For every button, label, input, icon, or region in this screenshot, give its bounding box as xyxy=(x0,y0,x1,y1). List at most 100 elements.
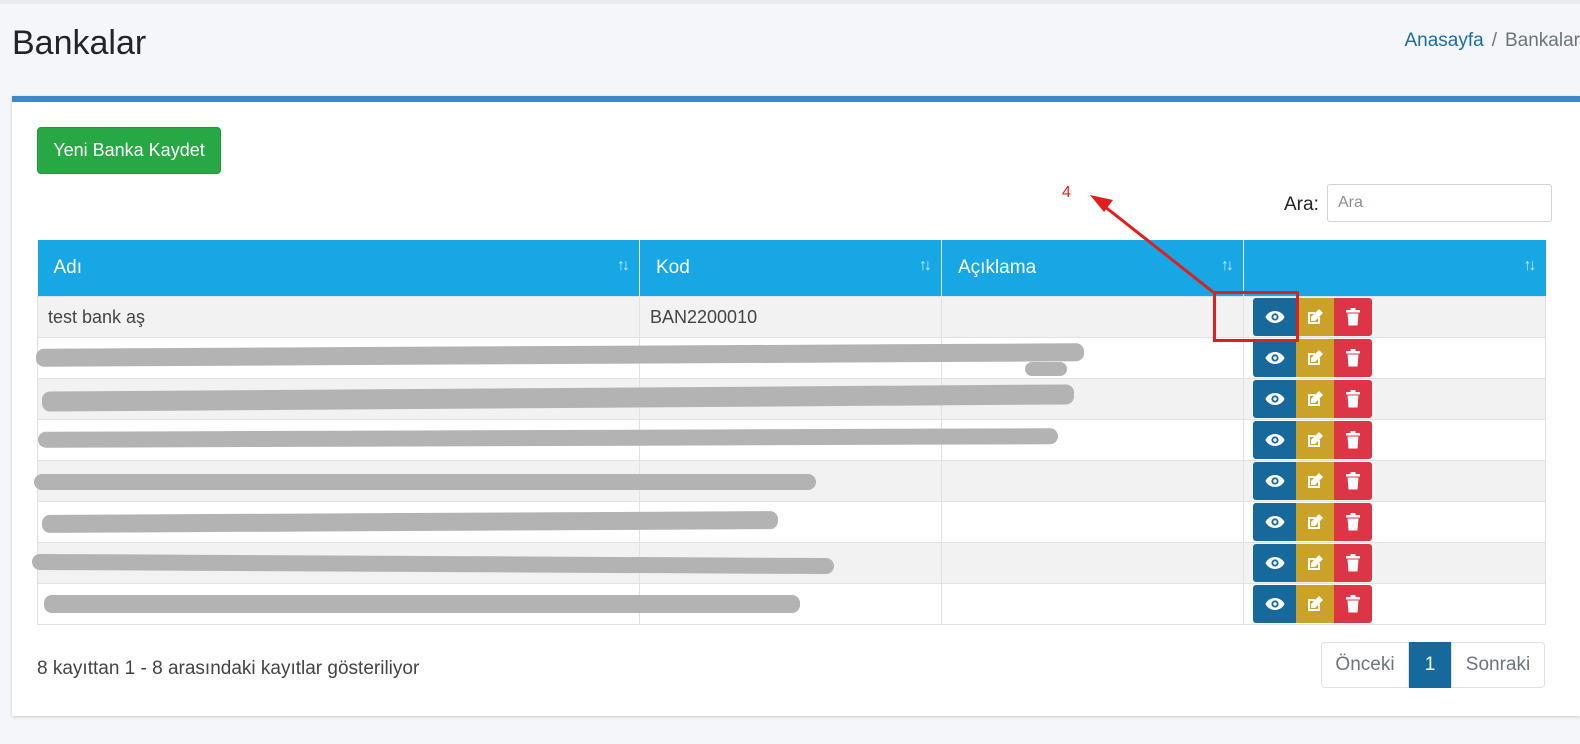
edit-icon xyxy=(1306,349,1324,367)
edit-icon xyxy=(1306,308,1324,326)
table-info: 8 kayıttan 1 - 8 arasındaki kayıtlar gös… xyxy=(37,658,420,679)
cell-actions xyxy=(1243,501,1546,543)
breadcrumb-home-link[interactable]: Anasayfa xyxy=(1404,30,1483,51)
annotation-step-number: 4 xyxy=(1062,184,1071,201)
view-button[interactable] xyxy=(1253,380,1296,418)
breadcrumb: Anasayfa / Bankalar xyxy=(1404,30,1580,52)
pagination: Önceki 1 Sonraki xyxy=(1321,642,1545,688)
edit-button[interactable] xyxy=(1296,421,1334,459)
eye-icon xyxy=(1265,433,1285,447)
delete-button[interactable] xyxy=(1334,339,1372,377)
pagination-page-1[interactable]: 1 xyxy=(1409,642,1451,688)
cell-actions xyxy=(1243,542,1546,584)
cell-code: BAN2200010 xyxy=(639,296,942,338)
page-title: Bankalar xyxy=(12,24,147,62)
edit-button[interactable] xyxy=(1296,380,1334,418)
cell-description xyxy=(941,296,1244,338)
view-button[interactable] xyxy=(1253,503,1296,541)
view-button[interactable] xyxy=(1253,462,1296,500)
new-bank-button[interactable]: Yeni Banka Kaydet xyxy=(37,127,221,174)
trash-icon xyxy=(1345,595,1361,613)
pagination-prev[interactable]: Önceki xyxy=(1321,642,1409,688)
view-button[interactable] xyxy=(1253,585,1296,623)
cell-description xyxy=(941,542,1244,584)
table-row: test bank aş BAN2200010 xyxy=(37,296,1546,338)
sort-icon: ↑↓ xyxy=(919,257,932,274)
table-header-row: Adı ↑↓ Kod ↑↓ Açıklama ↑↓ ↑↓ xyxy=(37,240,1546,297)
edit-icon xyxy=(1306,554,1324,572)
column-header-label: Açıklama xyxy=(958,257,1037,278)
delete-button[interactable] xyxy=(1334,380,1372,418)
column-header-actions[interactable]: ↑↓ xyxy=(1243,240,1546,297)
edit-icon xyxy=(1306,431,1324,449)
view-button[interactable] xyxy=(1253,339,1296,377)
delete-button[interactable] xyxy=(1334,544,1372,582)
row-actions xyxy=(1253,544,1372,582)
delete-button[interactable] xyxy=(1334,503,1372,541)
edit-button[interactable] xyxy=(1296,503,1334,541)
cell-actions xyxy=(1243,583,1546,625)
trash-icon xyxy=(1345,554,1361,572)
edit-button[interactable] xyxy=(1296,462,1334,500)
row-actions xyxy=(1253,462,1372,500)
search-label: Ara: xyxy=(1284,194,1319,215)
redaction-mark xyxy=(1025,362,1067,376)
breadcrumb-separator: / xyxy=(1491,30,1497,51)
column-header-code[interactable]: Kod ↑↓ xyxy=(639,240,942,297)
sort-icon: ↑↓ xyxy=(617,257,630,274)
view-button[interactable] xyxy=(1253,544,1296,582)
edit-icon xyxy=(1306,513,1324,531)
column-header-description[interactable]: Açıklama ↑↓ xyxy=(941,240,1244,297)
cell-description xyxy=(941,501,1244,543)
eye-icon xyxy=(1265,474,1285,488)
search-input[interactable] xyxy=(1327,184,1552,222)
view-button[interactable] xyxy=(1253,421,1296,459)
cell-actions xyxy=(1243,460,1546,502)
cell-description xyxy=(941,583,1244,625)
cell-actions xyxy=(1243,378,1546,420)
row-actions xyxy=(1253,339,1372,377)
cell-description xyxy=(941,460,1244,502)
column-header-name[interactable]: Adı ↑↓ xyxy=(37,240,640,297)
trash-icon xyxy=(1345,513,1361,531)
edit-icon xyxy=(1306,472,1324,490)
eye-icon xyxy=(1265,351,1285,365)
edit-button[interactable] xyxy=(1296,298,1334,336)
edit-button[interactable] xyxy=(1296,585,1334,623)
redaction-mark xyxy=(34,474,816,490)
trash-icon xyxy=(1345,308,1361,326)
column-header-label: Adı xyxy=(53,257,83,278)
sort-icon: ↑↓ xyxy=(1523,257,1537,274)
cell-actions xyxy=(1243,337,1546,379)
edit-icon xyxy=(1306,390,1324,408)
annotation-highlight-box xyxy=(1213,291,1299,342)
column-header-label: Kod xyxy=(656,257,690,278)
eye-icon xyxy=(1265,556,1285,570)
redaction-mark xyxy=(41,511,779,533)
eye-icon xyxy=(1265,515,1285,529)
top-border xyxy=(0,0,1580,4)
edit-button[interactable] xyxy=(1296,544,1334,582)
row-actions xyxy=(1253,585,1372,623)
sort-icon: ↑↓ xyxy=(1221,257,1234,274)
trash-icon xyxy=(1345,431,1361,449)
delete-button[interactable] xyxy=(1334,462,1372,500)
redaction-mark xyxy=(44,595,800,613)
row-actions xyxy=(1253,503,1372,541)
eye-icon xyxy=(1265,392,1285,406)
pagination-next[interactable]: Sonraki xyxy=(1451,642,1545,688)
row-actions xyxy=(1253,380,1372,418)
edit-icon xyxy=(1306,595,1324,613)
breadcrumb-current: Bankalar xyxy=(1505,30,1580,51)
delete-button[interactable] xyxy=(1334,585,1372,623)
trash-icon xyxy=(1345,349,1361,367)
trash-icon xyxy=(1345,472,1361,490)
cell-name: test bank aş xyxy=(37,296,640,338)
delete-button[interactable] xyxy=(1334,421,1372,459)
row-actions xyxy=(1253,421,1372,459)
edit-button[interactable] xyxy=(1296,339,1334,377)
delete-button[interactable] xyxy=(1334,298,1372,336)
eye-icon xyxy=(1265,597,1285,611)
cell-actions xyxy=(1243,419,1546,461)
trash-icon xyxy=(1345,390,1361,408)
